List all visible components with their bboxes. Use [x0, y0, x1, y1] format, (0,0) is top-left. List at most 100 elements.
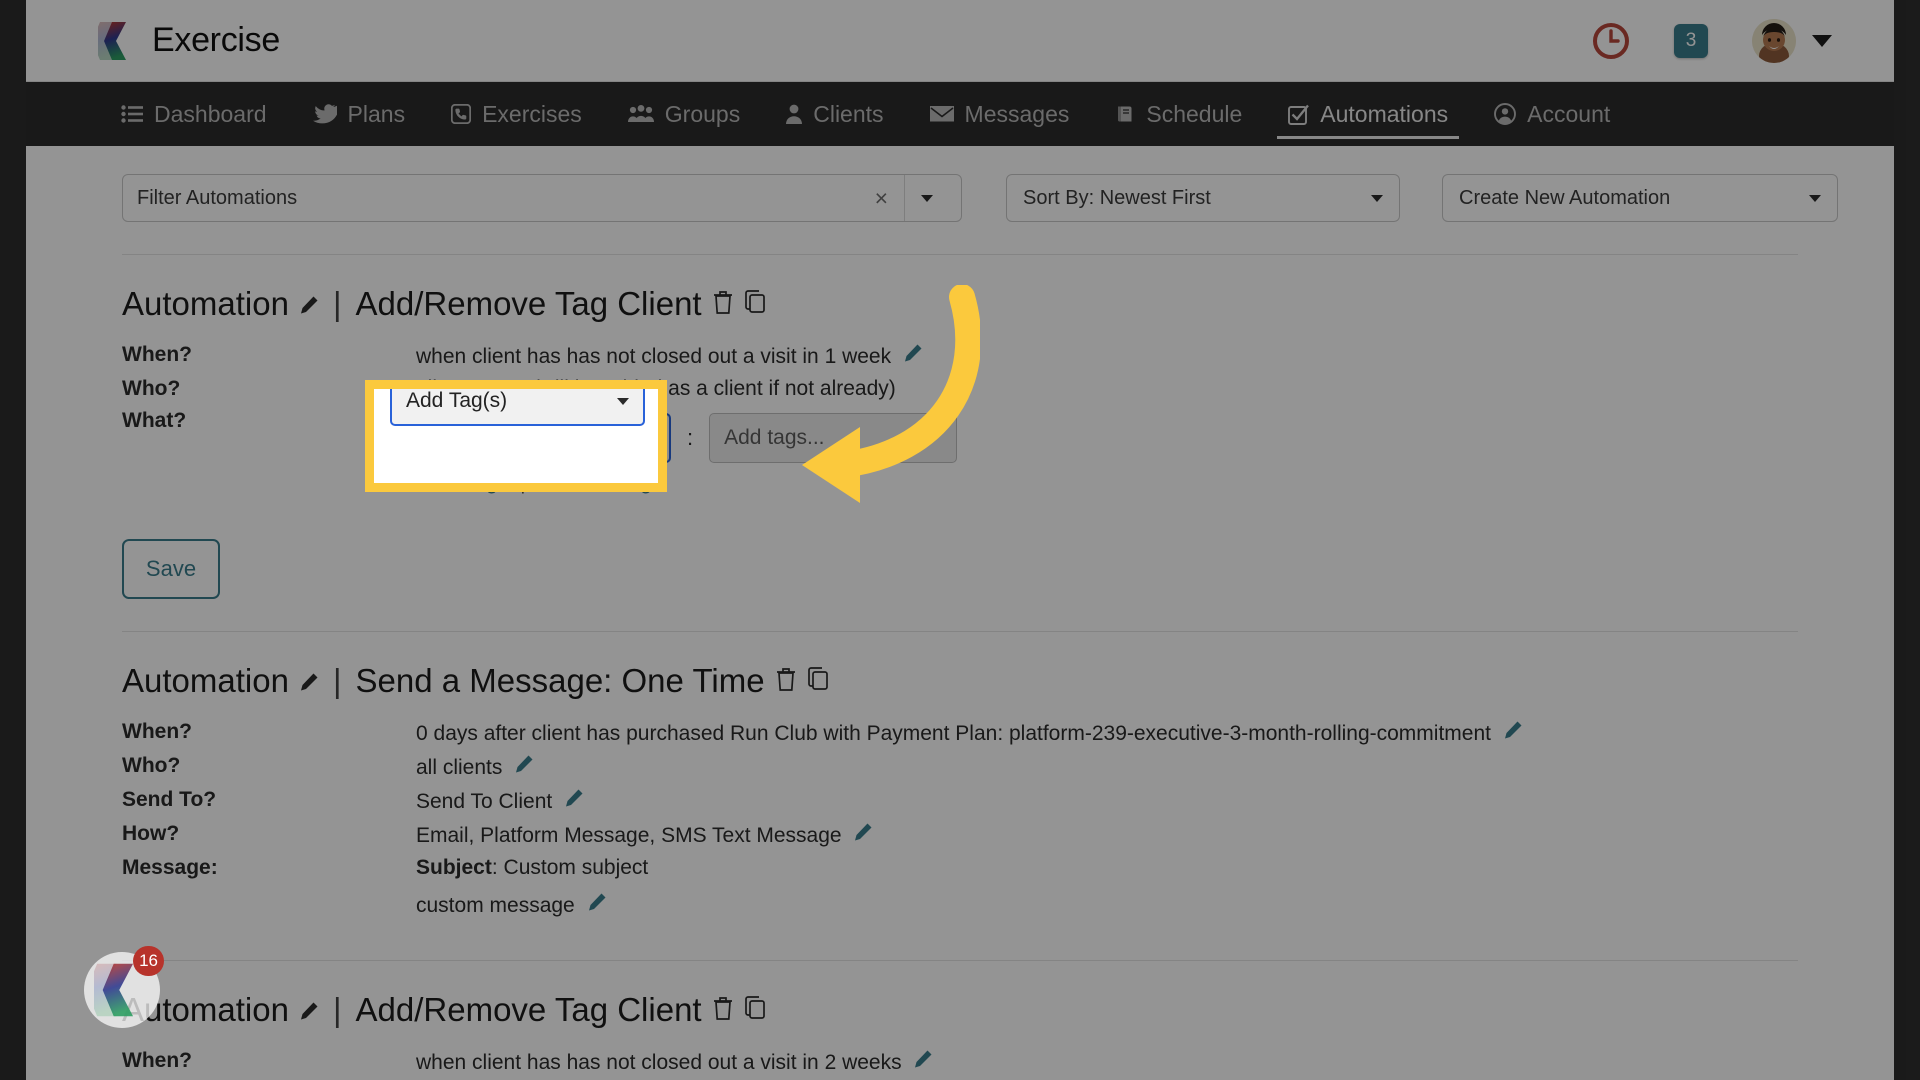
field-value: Send To Client [416, 788, 1523, 822]
chevron-down-icon[interactable] [1812, 35, 1832, 47]
add-tag-select-wrap-clone[interactable]: Add Tag(s) [390, 389, 645, 426]
copy-icon[interactable] [744, 991, 768, 1029]
account-menu[interactable] [1752, 19, 1832, 63]
main-navigation: Dashboard Plans Exercises Groups Clients… [26, 82, 1894, 146]
automation-type: Add/Remove Tag Client [355, 991, 702, 1028]
message-body-value: custom message [416, 894, 575, 917]
pencil-icon[interactable] [299, 662, 319, 700]
nav-label: Account [1527, 100, 1611, 127]
highlight-callout-box: Add Tag(s) [365, 380, 667, 492]
pencil-icon[interactable] [903, 344, 923, 368]
exercise-chevrons-logo-icon [98, 20, 138, 62]
message-block: Subject: Custom subject custom message [416, 856, 1523, 926]
field-label: Who? [122, 754, 181, 777]
trash-icon[interactable] [712, 285, 734, 323]
sort-by-label: Sort By: Newest First [1023, 186, 1211, 209]
automation-type: Add/Remove Tag Client [355, 285, 702, 322]
automation-card: Automation | Send a Message: One Time Wh… [26, 662, 1894, 926]
subject-separator: : [491, 856, 504, 879]
add-tag-select-value: Add Tag(s) [406, 389, 508, 412]
automation-card: Automation | Add/Remove Tag Client When?… [26, 285, 1894, 599]
nav-label: Clients [813, 100, 884, 127]
book-icon [1115, 104, 1135, 124]
nav-item-schedule[interactable]: Schedule [1092, 82, 1265, 146]
table-row: Send To? Send To Client [122, 788, 1523, 822]
people-group-icon [627, 105, 654, 123]
pencil-icon[interactable] [564, 789, 584, 813]
automation-type: Send a Message: One Time [355, 662, 765, 699]
tag-input[interactable]: Add tags... [709, 413, 958, 463]
nav-item-exercises[interactable]: Exercises [428, 82, 605, 146]
sort-by-select[interactable]: Sort By: Newest First [1006, 174, 1400, 222]
field-label: Message: [122, 856, 218, 879]
copy-icon[interactable] [807, 662, 831, 700]
tag-editor-row-clone: Add Tag(s) [390, 389, 645, 426]
message-count-badge[interactable]: 3 [1674, 24, 1708, 58]
automation-prefix: Automation [122, 662, 289, 699]
copy-icon[interactable] [744, 285, 768, 323]
create-new-automation-label: Create New Automation [1459, 186, 1671, 209]
subject-value: Custom subject [503, 856, 649, 879]
field-label: Send To? [122, 788, 217, 811]
automation-fields: When? when client has has not closed out… [122, 1049, 933, 1080]
field-label: When? [122, 343, 192, 366]
chevron-down-icon[interactable] [617, 397, 629, 405]
envelope-icon [929, 105, 954, 123]
highlight-content-clone: Add Tag(s) [374, 389, 658, 434]
nav-item-plans[interactable]: Plans [290, 82, 429, 146]
controls-row: Filter Automations × Sort By: Newest Fir… [26, 146, 1894, 222]
nav-item-automations[interactable]: Automations [1265, 82, 1471, 146]
nav-label: Plans [347, 100, 406, 127]
pencil-icon[interactable] [514, 755, 534, 779]
add-tag-select-highlighted[interactable]: Add Tag(s) [390, 389, 645, 426]
filter-automations-input[interactable]: Filter Automations × [122, 174, 962, 222]
pencil-icon[interactable] [587, 893, 607, 917]
clock-icon[interactable] [1592, 22, 1630, 60]
automation-prefix: Automation [122, 285, 289, 322]
trash-icon[interactable] [712, 991, 734, 1029]
tag-input-value: Add tags... [724, 426, 825, 449]
chevron-down-icon[interactable] [1371, 194, 1383, 202]
field-value: when client has has not closed out a vis… [416, 1049, 933, 1080]
chat-widget[interactable]: 16 [84, 946, 164, 1028]
field-label: When? [122, 720, 192, 743]
nav-item-groups[interactable]: Groups [605, 82, 763, 146]
divider [122, 631, 1798, 632]
chevron-down-icon[interactable] [1809, 194, 1821, 202]
check-square-icon [1288, 104, 1310, 125]
list-icon [121, 105, 143, 123]
separator: | [332, 285, 342, 322]
nav-item-messages[interactable]: Messages [907, 82, 1093, 146]
app-window: Exercise 3 Dashboard Plans Exercises Gro… [26, 0, 1894, 1080]
nav-label: Groups [664, 100, 741, 127]
field-value: Email, Platform Message, SMS Text Messag… [416, 822, 1523, 856]
table-row: How? Email, Platform Message, SMS Text M… [122, 822, 1523, 856]
brand-logo-group[interactable]: Exercise [98, 20, 280, 62]
table-row: When? when client has has not closed out… [122, 343, 957, 377]
trash-icon[interactable] [775, 662, 797, 700]
pencil-icon[interactable] [913, 1050, 933, 1074]
pencil-icon[interactable] [853, 823, 873, 847]
nav-label: Schedule [1146, 100, 1243, 127]
avatar[interactable] [1752, 19, 1796, 63]
automation-title-row: Automation | Add/Remove Tag Client [122, 991, 1798, 1029]
nav-item-clients[interactable]: Clients [763, 82, 906, 146]
table-row: Who? all clients [122, 754, 1523, 788]
nav-label: Exercises [482, 100, 582, 127]
create-new-automation-select[interactable]: Create New Automation [1442, 174, 1838, 222]
pencil-icon[interactable] [299, 991, 319, 1029]
table-row: Message: Subject: Custom subject custom … [122, 856, 1523, 926]
message-body-line: custom message [416, 892, 1523, 918]
pencil-icon[interactable] [299, 285, 319, 323]
nav-item-dashboard[interactable]: Dashboard [98, 82, 290, 146]
field-value: all clients [416, 754, 1523, 788]
brand-bar-actions: 3 [1592, 0, 1832, 82]
chevron-down-icon[interactable] [905, 194, 947, 202]
pencil-icon[interactable] [1503, 721, 1523, 745]
colon-separator: : [687, 425, 694, 450]
save-button[interactable]: Save [122, 539, 220, 599]
user-circle-icon [1494, 103, 1517, 125]
subject-label: Subject [416, 856, 492, 879]
nav-item-account[interactable]: Account [1471, 82, 1633, 146]
close-icon[interactable]: × [859, 185, 904, 212]
